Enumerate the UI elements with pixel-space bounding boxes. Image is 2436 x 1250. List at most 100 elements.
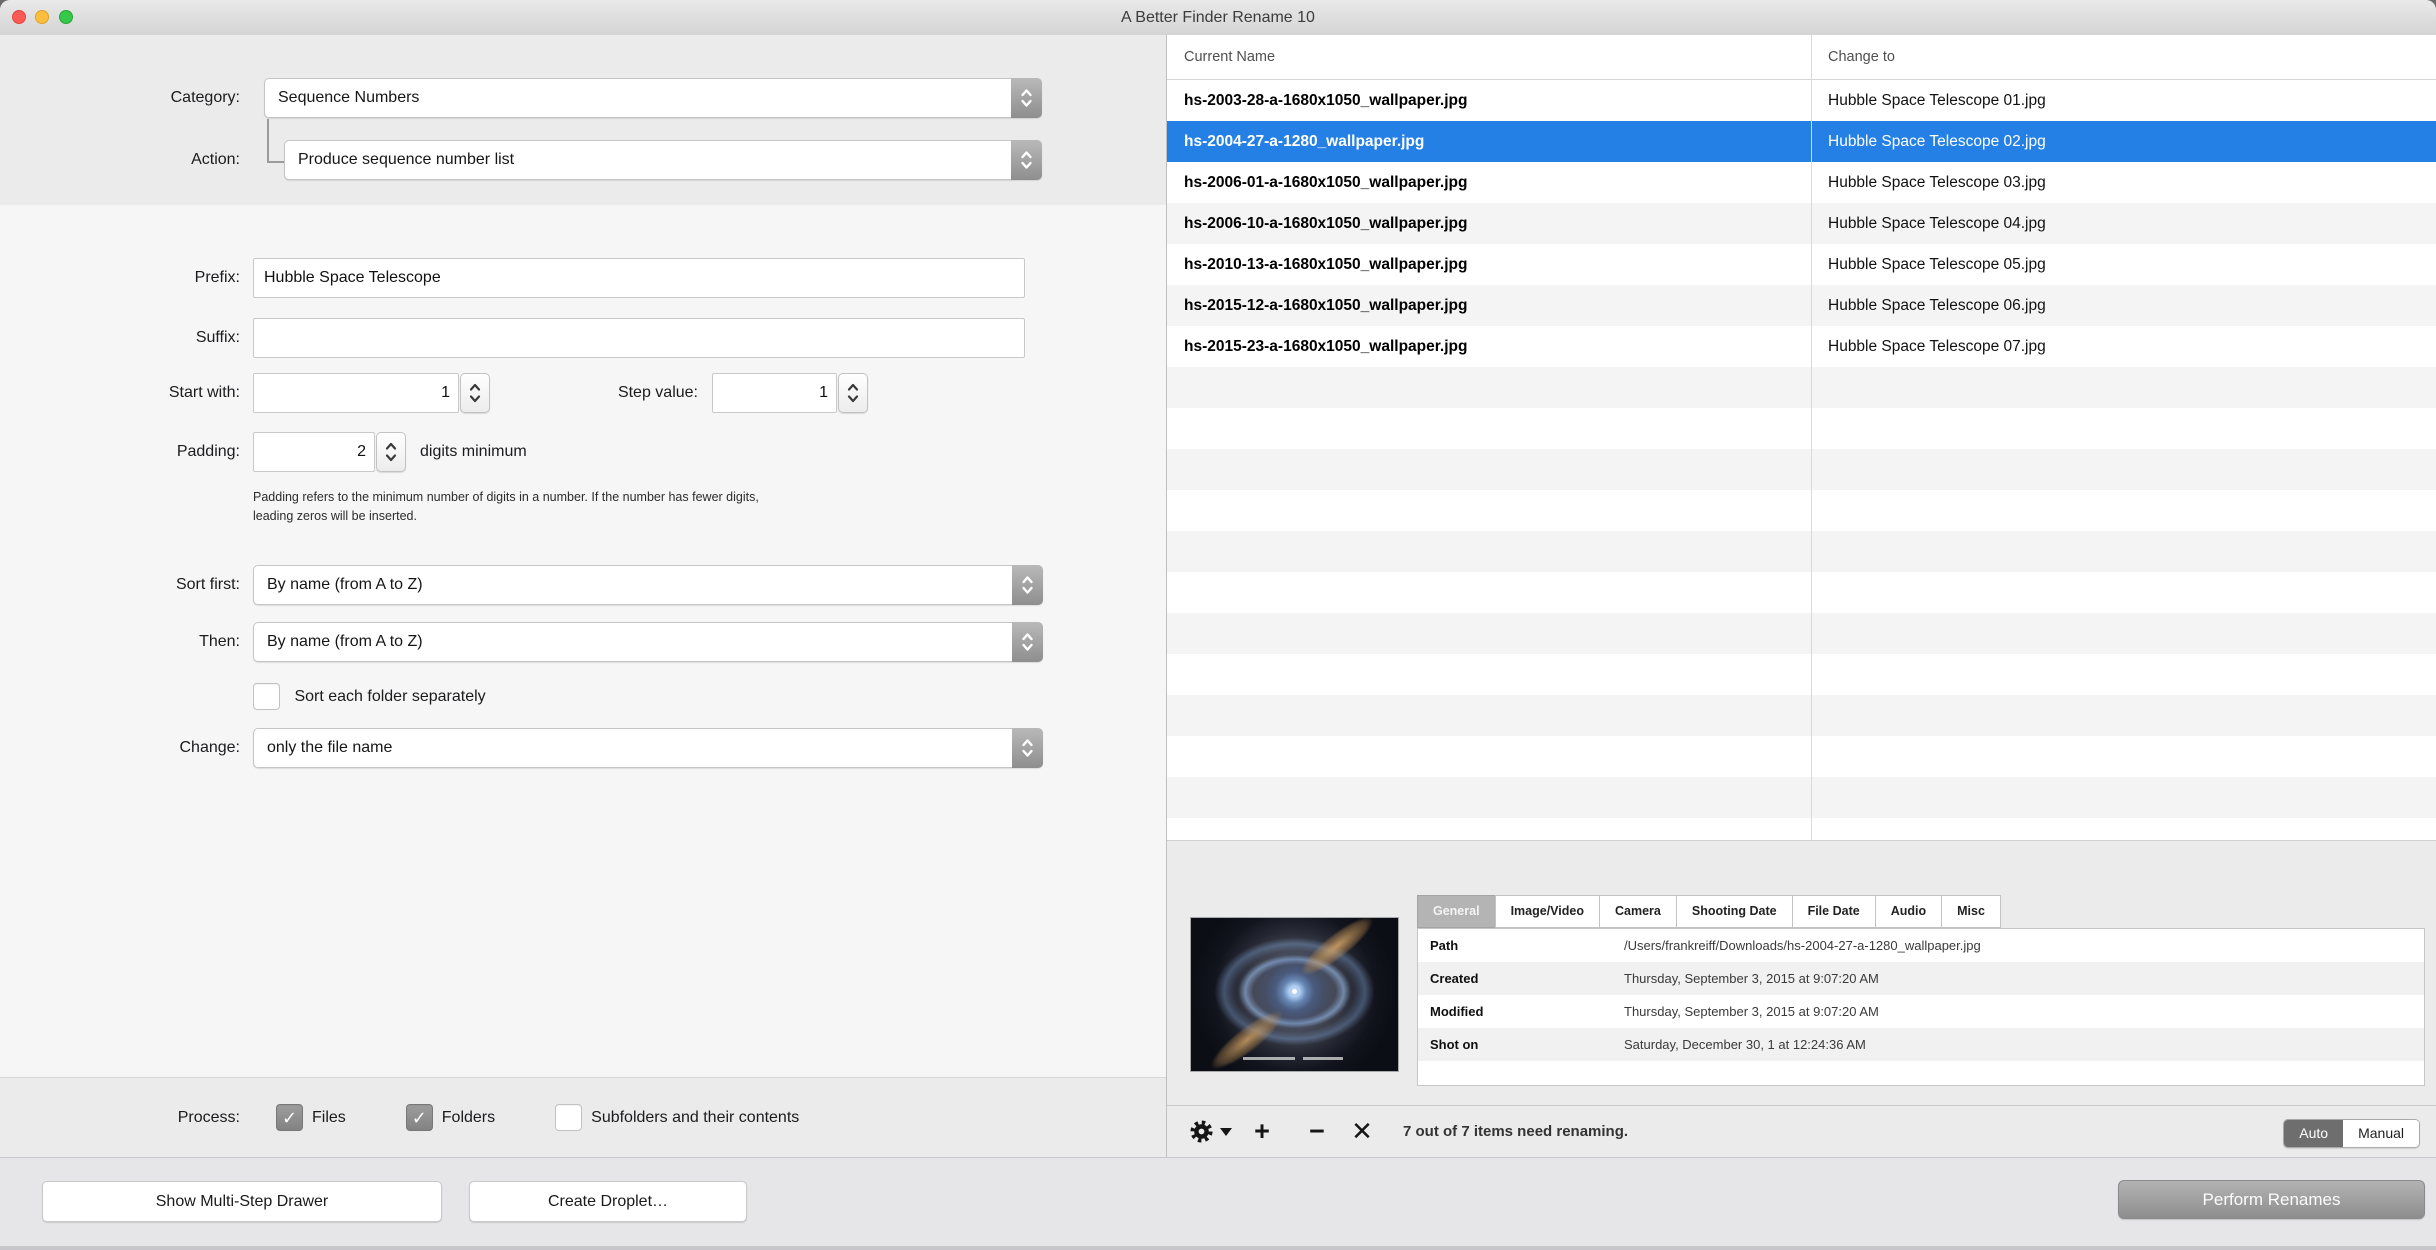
padding-stepper[interactable] xyxy=(376,432,406,472)
remove-files-button[interactable]: − xyxy=(1302,1106,1332,1158)
cell-current-name: hs-2010-13-a-1680x1050_wallpaper.jpg xyxy=(1184,244,1799,285)
padding-label: Padding: xyxy=(0,432,240,472)
change-label: Change: xyxy=(0,728,240,768)
process-option-folders: ✓Folders xyxy=(406,1104,495,1131)
info-row-value: Thursday, September 3, 2015 at 9:07:20 A… xyxy=(1624,995,2416,1028)
cell-change-to: Hubble Space Telescope 04.jpg xyxy=(1828,203,2428,244)
then-select-value: By name (from A to Z) xyxy=(267,623,1006,661)
table-row[interactable]: hs-2003-28-a-1680x1050_wallpaper.jpg Hubb… xyxy=(1167,80,2436,121)
list-toolbar: + − ✕ 7 out of 7 items need renaming. Au… xyxy=(1167,1105,2436,1157)
table-row[interactable]: hs-2015-12-a-1680x1050_wallpaper.jpgHubb… xyxy=(1167,285,2436,326)
change-select-value: only the file name xyxy=(267,729,1006,767)
add-files-button[interactable]: + xyxy=(1247,1106,1277,1158)
bottom-bar: Show Multi-Step Drawer Create Droplet… P… xyxy=(0,1157,2436,1250)
popup-chevrons-icon xyxy=(1011,140,1042,180)
category-select[interactable]: Sequence Numbers xyxy=(264,78,1042,118)
segment-auto[interactable]: Auto xyxy=(2284,1120,2343,1147)
then-select[interactable]: By name (from A to Z) xyxy=(253,622,1043,662)
info-row-path: Path/Users/frankreiff/Downloads/hs-2004-… xyxy=(1418,929,2424,962)
prefix-label: Prefix: xyxy=(0,258,240,298)
file-list-panel: Current Name Change to hs-2003-28-a-1680… xyxy=(1166,35,2436,1157)
tab-file-date[interactable]: File Date xyxy=(1792,895,1876,928)
cell-current-name: hs-2015-12-a-1680x1050_wallpaper.jpg xyxy=(1184,285,1799,326)
info-table: Path/Users/frankreiff/Downloads/hs-2004-… xyxy=(1417,928,2425,1086)
table-row[interactable]: hs-2004-27-a-1280_wallpaper.jpgHubble Sp… xyxy=(1167,121,2436,162)
prefix-field[interactable] xyxy=(253,258,1025,298)
cell-change-to: Hubble Space Telescope 03.jpg xyxy=(1828,162,2428,203)
cell-current-name: hs-2003-28-a-1680x1050_wallpaper.jpg xyxy=(1184,80,1799,121)
step-value-field[interactable] xyxy=(712,373,837,413)
empty-row xyxy=(1167,367,2436,408)
file-info-panel: GeneralImage/VideoCameraShooting DateFil… xyxy=(1167,840,2436,1105)
process-options: ✓ Files ✓Folders ✓Subfolders and their cont… xyxy=(276,1078,799,1157)
cell-current-name: hs-2006-10-a-1680x1050_wallpaper.jpg xyxy=(1184,203,1799,244)
popup-chevrons-icon xyxy=(1011,78,1042,118)
tab-image-video[interactable]: Image/Video xyxy=(1495,895,1600,928)
column-header-current-name[interactable]: Current Name xyxy=(1184,35,1275,79)
sort-each-folder-row: ✓ Sort each folder separately xyxy=(253,683,486,710)
checkbox-subfolders-and-their-contents[interactable]: ✓ xyxy=(555,1104,582,1131)
title-bar: A Better Finder Rename 10 xyxy=(0,0,2436,36)
empty-row xyxy=(1167,449,2436,490)
segment-manual[interactable]: Manual xyxy=(2343,1120,2419,1147)
suffix-field[interactable] xyxy=(253,318,1025,358)
start-with-field[interactable] xyxy=(253,373,459,413)
info-row-modified: ModifiedThursday, September 3, 2015 at 9… xyxy=(1418,995,2424,1028)
then-label: Then: xyxy=(0,622,240,662)
info-row-label: Created xyxy=(1430,962,1478,995)
action-select-value: Produce sequence number list xyxy=(298,141,1005,179)
checkbox-files[interactable]: ✓ xyxy=(276,1104,303,1131)
empty-row xyxy=(1167,654,2436,695)
category-label: Category: xyxy=(0,78,240,118)
process-option-subfolders-and-their-contents: ✓Subfolders and their contents xyxy=(555,1104,799,1131)
action-label: Action: xyxy=(0,140,240,180)
tab-shooting-date[interactable]: Shooting Date xyxy=(1676,895,1793,928)
checkbox-label: Files xyxy=(312,1109,346,1126)
table-row[interactable]: hs-2015-23-a-1680x1050_wallpaper.jpg Hubb… xyxy=(1167,326,2436,367)
tab-misc[interactable]: Misc xyxy=(1941,895,2001,928)
sequence-settings-form: Prefix: Suffix: Start with: Step value: … xyxy=(0,205,1166,1077)
clear-list-button[interactable]: ✕ xyxy=(1347,1106,1377,1158)
info-row-label: Shot on xyxy=(1430,1028,1478,1061)
column-header-change-to[interactable]: Change to xyxy=(1828,35,1895,79)
tab-general[interactable]: General xyxy=(1417,895,1496,928)
perform-renames-button[interactable]: Perform Renames xyxy=(2118,1180,2425,1219)
action-select[interactable]: Produce sequence number list xyxy=(284,140,1042,180)
cell-change-to: Hubble Space Telescope 05.jpg xyxy=(1828,244,2428,285)
create-droplet-button[interactable]: Create Droplet… xyxy=(469,1181,747,1222)
process-option-files: ✓ Files xyxy=(276,1104,346,1131)
table-row[interactable]: hs-2006-01-a-1680x1050_wallpaper.jpgHubb… xyxy=(1167,162,2436,203)
cell-change-to: Hubble Space Telescope 01.jpg xyxy=(1828,80,2428,121)
padding-field[interactable] xyxy=(253,432,375,472)
suffix-label: Suffix: xyxy=(0,318,240,358)
column-divider[interactable] xyxy=(1811,35,1812,840)
popup-chevrons-icon xyxy=(1012,728,1043,768)
sort-first-select[interactable]: By name (from A to Z) xyxy=(253,565,1043,605)
category-action-connector xyxy=(267,119,285,163)
cell-current-name: hs-2015-23-a-1680x1050_wallpaper.jpg xyxy=(1184,326,1799,367)
show-multi-step-drawer-button[interactable]: Show Multi-Step Drawer xyxy=(42,1181,442,1222)
gear-menu-caret-icon[interactable] xyxy=(1220,1128,1232,1136)
category-action-section: Category: Sequence Numbers Action: Produ… xyxy=(0,35,1166,206)
tab-camera[interactable]: Camera xyxy=(1599,895,1677,928)
checkbox-folders[interactable]: ✓ xyxy=(406,1104,433,1131)
sort-each-folder-checkbox[interactable]: ✓ xyxy=(253,683,280,710)
gear-icon[interactable] xyxy=(1189,1119,1214,1144)
category-select-value: Sequence Numbers xyxy=(278,79,1005,117)
table-row[interactable]: hs-2006-10-a-1680x1050_wallpaper.jpg Hubb… xyxy=(1167,203,2436,244)
status-text: 7 out of 7 items need renaming. xyxy=(1403,1106,1628,1158)
info-row-value: Thursday, September 3, 2015 at 9:07:20 A… xyxy=(1624,962,2416,995)
empty-row xyxy=(1167,736,2436,777)
change-select[interactable]: only the file name xyxy=(253,728,1043,768)
table-row[interactable]: hs-2010-13-a-1680x1050_wallpaper.jpg Hubb… xyxy=(1167,244,2436,285)
sort-each-folder-label: Sort each folder separately xyxy=(294,688,485,705)
tab-audio[interactable]: Audio xyxy=(1875,895,1942,928)
padding-units-label: digits minimum xyxy=(420,432,527,472)
window-title: A Better Finder Rename 10 xyxy=(0,0,2436,35)
start-with-stepper[interactable] xyxy=(460,373,490,413)
cell-change-to: Hubble Space Telescope 07.jpg xyxy=(1828,326,2428,367)
empty-row xyxy=(1167,695,2436,736)
step-value-stepper[interactable] xyxy=(838,373,868,413)
info-row-label: Path xyxy=(1430,929,1458,962)
empty-row xyxy=(1167,818,2436,840)
